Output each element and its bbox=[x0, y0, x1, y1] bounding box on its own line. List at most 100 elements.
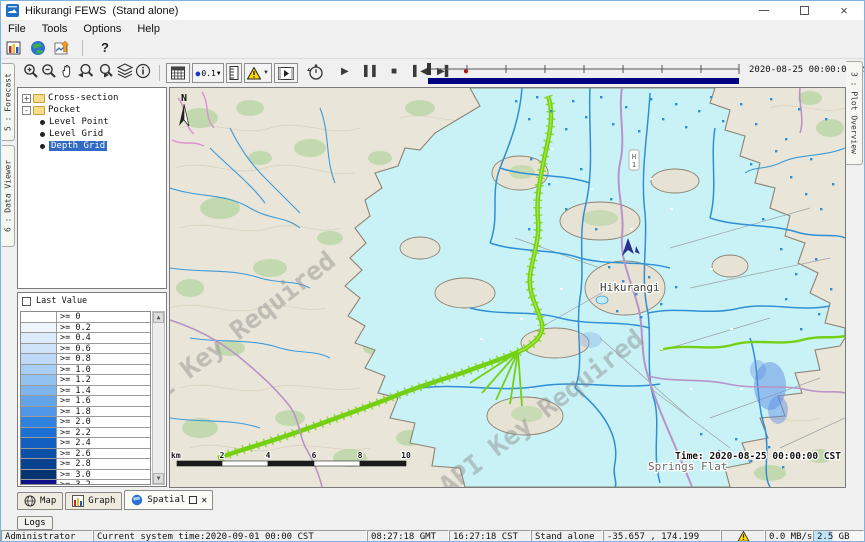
svg-text:H: H bbox=[632, 153, 636, 161]
minimize-icon bbox=[759, 10, 769, 11]
collapse-icon[interactable]: - bbox=[22, 106, 31, 115]
legend-row[interactable]: >= 0.2 bbox=[21, 323, 150, 334]
animation-button[interactable] bbox=[274, 63, 298, 83]
tree-node-level-grid[interactable]: Level Grid bbox=[18, 128, 166, 140]
tab-forecast[interactable]: 5 : Forecast bbox=[2, 63, 15, 141]
scale-ruler-button[interactable] bbox=[226, 63, 242, 83]
map-time-label: Time: 2020-08-25 00:00:00 CST bbox=[675, 451, 841, 462]
status-local-time: 16:27:18 CST bbox=[449, 530, 531, 542]
time-slider[interactable] bbox=[426, 61, 741, 77]
tab-map[interactable]: Map bbox=[17, 492, 63, 510]
legend-row[interactable]: >= 0 bbox=[21, 312, 150, 323]
tab-maximize-icon[interactable] bbox=[189, 496, 197, 504]
scroll-up-icon[interactable]: ▲ bbox=[153, 312, 164, 323]
bullet-icon bbox=[40, 132, 45, 137]
menu-help[interactable]: Help bbox=[137, 23, 160, 35]
info-icon[interactable] bbox=[135, 63, 151, 79]
tree-label[interactable]: Pocket bbox=[48, 105, 81, 115]
legend-color-swatch bbox=[21, 428, 57, 438]
slider-handle[interactable] bbox=[427, 63, 431, 75]
tab-label: Graph bbox=[88, 496, 115, 506]
zoom-out-icon[interactable] bbox=[41, 63, 57, 79]
zoom-in-icon[interactable] bbox=[23, 63, 39, 79]
toolbar-separator bbox=[159, 65, 160, 81]
bullet-icon bbox=[40, 120, 45, 125]
view-tabs: Map Graph Spatial ✕ bbox=[17, 489, 213, 510]
timeseries-chart-icon[interactable] bbox=[54, 40, 70, 56]
tree-label[interactable]: Cross-section bbox=[48, 93, 118, 103]
legend-row[interactable]: >= 1.0 bbox=[21, 365, 150, 376]
tree-label-selected[interactable]: Depth Grid bbox=[49, 141, 107, 151]
tab-spatial[interactable]: Spatial ✕ bbox=[124, 490, 213, 510]
expand-icon[interactable]: + bbox=[22, 94, 31, 103]
tab-close-icon[interactable]: ✕ bbox=[201, 495, 207, 506]
legend-row-label: >= 2.6 bbox=[57, 449, 91, 459]
folder-icon bbox=[33, 94, 45, 103]
dot-icon: ● bbox=[196, 69, 201, 78]
legend-row[interactable]: >= 1.8 bbox=[21, 407, 150, 418]
tab-data-viewer[interactable]: 6 : Data Viewer bbox=[2, 145, 15, 247]
legend-color-swatch bbox=[21, 333, 57, 343]
legend-row[interactable]: >= 3.2 bbox=[21, 480, 150, 485]
legend-row[interactable]: >= 0.6 bbox=[21, 344, 150, 355]
legend-row[interactable]: >= 2.2 bbox=[21, 428, 150, 439]
stopwatch-icon[interactable] bbox=[307, 63, 325, 81]
pan-icon[interactable] bbox=[59, 63, 75, 79]
title-bar: Hikurangi FEWS (Stand alone) × bbox=[1, 1, 864, 20]
legend-row[interactable]: >= 2.0 bbox=[21, 417, 150, 428]
tab-graph[interactable]: Graph bbox=[65, 492, 122, 510]
stop-icon[interactable]: ■ bbox=[391, 66, 397, 77]
threshold-dropdown[interactable]: ● 0.1 ▼ bbox=[192, 63, 224, 83]
legend-color-swatch bbox=[21, 312, 57, 322]
legend-row[interactable]: >= 2.8 bbox=[21, 459, 150, 470]
svg-text:4: 4 bbox=[266, 451, 271, 460]
pause-icon[interactable]: ▌▌ bbox=[364, 66, 380, 77]
tree-label[interactable]: Level Grid bbox=[49, 129, 103, 139]
legend-scrollbar[interactable]: ▲ ▼ bbox=[152, 311, 165, 485]
legend-row[interactable]: >= 2.4 bbox=[21, 438, 150, 449]
status-network-speed: 0.0 MB/s bbox=[765, 530, 813, 542]
globe-icon[interactable] bbox=[30, 40, 46, 56]
maximize-button[interactable] bbox=[784, 1, 824, 20]
play-icon[interactable]: ▶ bbox=[341, 66, 349, 77]
legend-row-label: >= 2.8 bbox=[57, 459, 91, 469]
tab-plot-overview[interactable]: 3 : Plot Overview bbox=[846, 61, 863, 165]
legend-row[interactable]: >= 0.4 bbox=[21, 333, 150, 344]
zoom-next-icon[interactable] bbox=[97, 63, 115, 79]
help-button[interactable]: ? bbox=[101, 40, 109, 55]
zoom-previous-icon[interactable] bbox=[77, 63, 95, 79]
tree-label[interactable]: Level Point bbox=[49, 117, 109, 127]
layers-icon[interactable] bbox=[117, 63, 133, 79]
warning-dropdown[interactable]: ▼ bbox=[244, 63, 272, 83]
minimize-button[interactable] bbox=[744, 1, 784, 20]
legend-row[interactable]: >= 2.6 bbox=[21, 449, 150, 460]
legend-row[interactable]: >= 0.8 bbox=[21, 354, 150, 365]
legend-row[interactable]: >= 1.6 bbox=[21, 396, 150, 407]
tree-node-level-point[interactable]: Level Point bbox=[18, 116, 166, 128]
legend-row-label: >= 0.6 bbox=[57, 344, 91, 354]
last-value-checkbox[interactable] bbox=[22, 297, 31, 306]
last-value-row: Last Value bbox=[18, 293, 166, 309]
tree-node-depth-grid[interactable]: Depth Grid bbox=[18, 140, 166, 152]
logs-button[interactable]: Logs bbox=[17, 516, 53, 530]
maximize-icon bbox=[800, 6, 809, 15]
tree-node-cross-section[interactable]: + Cross-section bbox=[18, 92, 166, 104]
tree-node-pocket[interactable]: - Pocket bbox=[18, 104, 166, 116]
road-shield: H 1 bbox=[629, 150, 639, 170]
database-chart-icon[interactable] bbox=[6, 40, 22, 56]
map-view[interactable]: H 1 API Key Required API Key Required Hi… bbox=[169, 87, 846, 488]
menu-options[interactable]: Options bbox=[83, 23, 121, 35]
chevron-down-icon: ▼ bbox=[217, 70, 221, 77]
legend-color-swatch bbox=[21, 323, 57, 333]
menu-file[interactable]: File bbox=[8, 23, 26, 35]
svg-text:N: N bbox=[181, 93, 187, 104]
legend-row[interactable]: >= 3.0 bbox=[21, 470, 150, 481]
menu-tools[interactable]: Tools bbox=[42, 23, 68, 35]
close-button[interactable]: × bbox=[824, 1, 864, 20]
grid-button[interactable] bbox=[166, 63, 190, 83]
legend-row[interactable]: >= 1.4 bbox=[21, 386, 150, 397]
legend-row[interactable]: >= 1.2 bbox=[21, 375, 150, 386]
tab-label: Map bbox=[40, 496, 56, 506]
map-canvas[interactable]: H 1 API Key Required API Key Required Hi… bbox=[170, 88, 845, 487]
scroll-down-icon[interactable]: ▼ bbox=[153, 473, 164, 484]
